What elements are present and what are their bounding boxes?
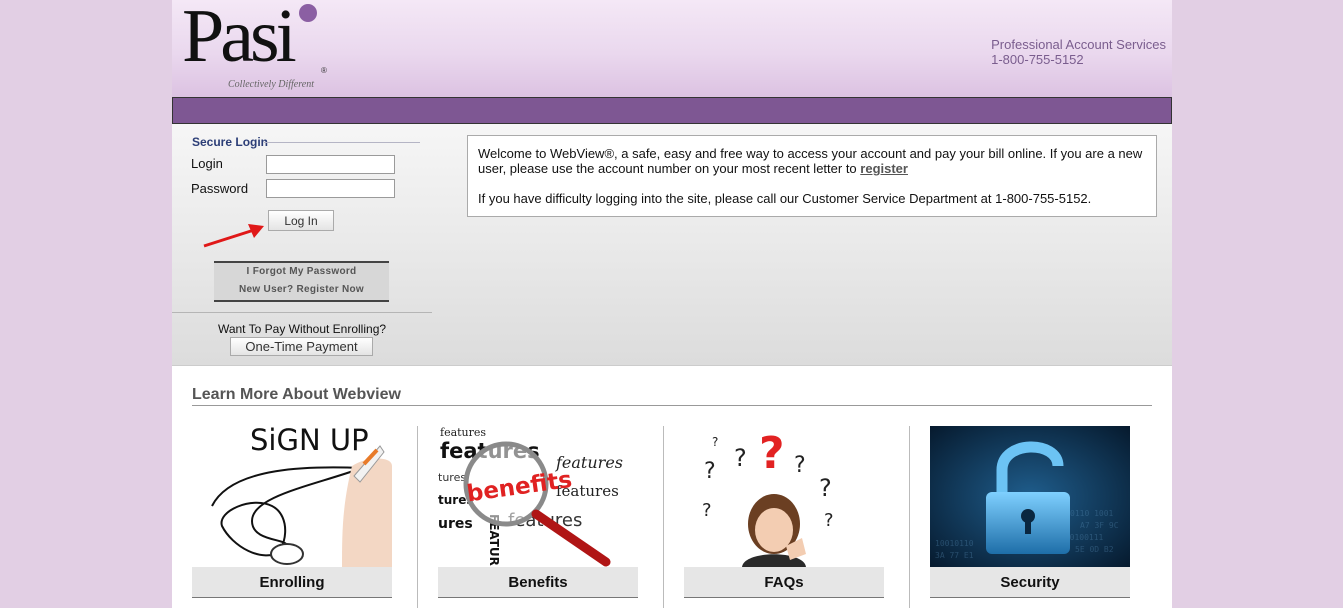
register-link[interactable]: register <box>860 161 908 176</box>
card-separator <box>417 426 418 608</box>
account-links: I Forgot My Password New User? Register … <box>214 261 389 302</box>
benefits-image: features features features features ture… <box>438 426 638 567</box>
sign-up-image: SiGN UP <box>192 426 392 567</box>
secure-login-panel: Secure Login Login Password Log In I For… <box>172 124 432 366</box>
contact-info: Professional Account Services 1-800-755-… <box>991 37 1166 67</box>
password-input[interactable] <box>266 179 395 198</box>
svg-text:?: ? <box>734 444 747 472</box>
contact-company: Professional Account Services <box>991 37 1166 52</box>
logo-wordmark: Pasi <box>182 0 297 78</box>
logo-registered-mark: ® <box>321 66 327 75</box>
svg-text:?: ? <box>759 428 785 479</box>
svg-text:ures: ures <box>438 516 473 532</box>
svg-text:A7 3F 9C: A7 3F 9C <box>1080 521 1119 530</box>
learn-more-title: Learn More About Webview <box>192 386 401 403</box>
learn-more-divider <box>192 405 1152 406</box>
svg-text:10010110: 10010110 <box>935 539 974 548</box>
svg-text:tures: tures <box>438 471 466 484</box>
sign-up-image-text: SiGN UP <box>250 426 369 457</box>
svg-text:features: features <box>440 426 486 439</box>
security-image: 0110 1001 A7 3F 9C 110100111 5E 0D B2 1001… <box>930 426 1130 567</box>
card-separator <box>663 426 664 608</box>
welcome-text: Welcome to WebView®, a safe, easy and fr… <box>478 146 1143 176</box>
login-area: Secure Login Login Password Log In I For… <box>172 124 1172 366</box>
card-separator <box>909 426 910 608</box>
password-label: Password <box>191 181 249 196</box>
svg-text:3A 77 E1: 3A 77 E1 <box>935 551 974 560</box>
card-security[interactable]: 0110 1001 A7 3F 9C 110100111 5E 0D B2 1001… <box>930 426 1130 599</box>
svg-text:5E 0D B2: 5E 0D B2 <box>1075 545 1114 554</box>
card-label-security[interactable]: Security <box>930 567 1130 598</box>
card-benefits[interactable]: features features features features ture… <box>438 426 638 599</box>
contact-phone: 1-800-755-5152 <box>991 52 1084 67</box>
title-divider <box>264 142 420 143</box>
forgot-password-link[interactable]: I Forgot My Password <box>214 263 389 281</box>
svg-text:?: ? <box>702 500 712 521</box>
card-label-enrolling[interactable]: Enrolling <box>192 567 392 598</box>
page-container: Pasi ® Collectively Different Profession… <box>172 0 1172 608</box>
logo-tagline: Collectively Different <box>228 79 314 90</box>
svg-text:?: ? <box>819 474 832 502</box>
svg-text:?: ? <box>824 510 834 531</box>
log-in-button[interactable]: Log In <box>268 210 334 231</box>
support-paragraph: If you have difficulty logging into the … <box>478 191 1092 206</box>
card-faqs[interactable]: ? ? ? ? ? ? ? ? FAQs <box>684 426 884 599</box>
svg-text:0110 1001: 0110 1001 <box>1070 509 1114 518</box>
one-time-payment-button[interactable]: One-Time Payment <box>230 337 373 356</box>
card-enrolling[interactable]: SiGN UP Enrolling <box>192 426 392 599</box>
card-label-faqs[interactable]: FAQs <box>684 567 884 598</box>
login-input[interactable] <box>266 155 395 174</box>
panel-divider <box>172 312 432 313</box>
logo-dot-icon <box>299 4 317 22</box>
site-header: Pasi ® Collectively Different Profession… <box>172 0 1172 97</box>
register-now-link[interactable]: New User? Register Now <box>214 281 389 299</box>
login-label: Login <box>191 156 223 171</box>
nav-bar <box>172 97 1172 124</box>
svg-text:?: ? <box>794 453 806 478</box>
pasi-logo[interactable]: Pasi ® Collectively Different <box>182 0 332 92</box>
svg-text:?: ? <box>704 459 716 484</box>
welcome-paragraph: Welcome to WebView®, a safe, easy and fr… <box>478 146 1146 176</box>
svg-text:?: ? <box>712 435 718 449</box>
faqs-image: ? ? ? ? ? ? ? ? <box>684 426 884 567</box>
card-label-benefits[interactable]: Benefits <box>438 567 638 598</box>
welcome-message: Welcome to WebView®, a safe, easy and fr… <box>467 135 1157 217</box>
red-arrow-icon <box>203 224 264 248</box>
pay-without-enrolling-text: Want To Pay Without Enrolling? <box>217 322 387 336</box>
secure-login-title: Secure Login <box>192 135 269 149</box>
